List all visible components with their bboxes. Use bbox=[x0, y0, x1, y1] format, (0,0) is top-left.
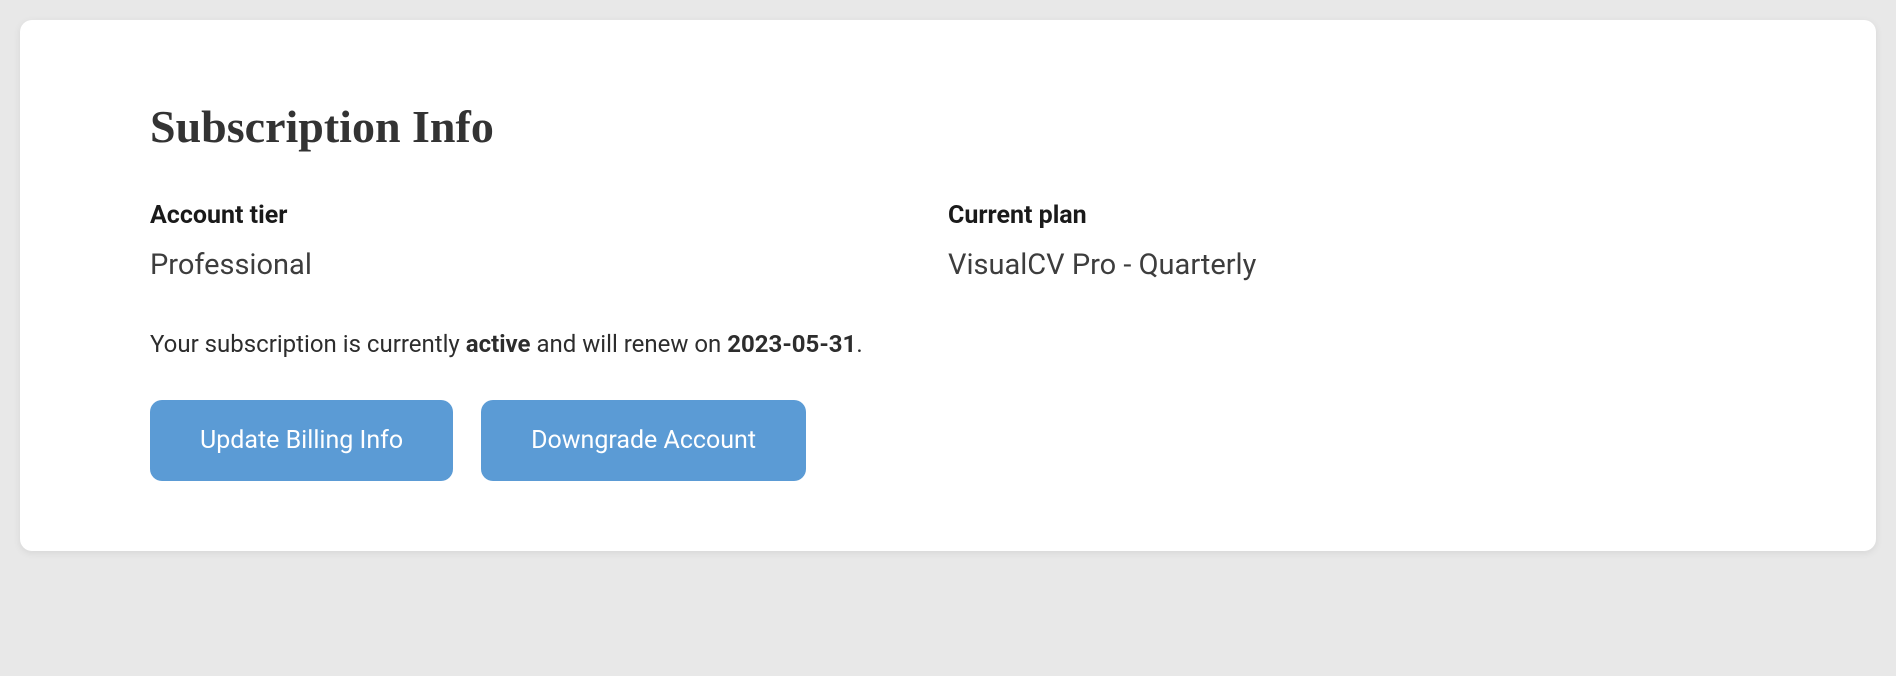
downgrade-account-button[interactable]: Downgrade Account bbox=[481, 400, 806, 481]
button-row: Update Billing Info Downgrade Account bbox=[150, 400, 1746, 481]
status-suffix: . bbox=[856, 330, 862, 358]
status-middle: and will renew on bbox=[531, 330, 728, 358]
info-grid: Account tier Professional Current plan V… bbox=[150, 201, 1746, 282]
status-state: active bbox=[466, 330, 531, 358]
current-plan-value: VisualCV Pro - Quarterly bbox=[948, 248, 1746, 282]
update-billing-button[interactable]: Update Billing Info bbox=[150, 400, 453, 481]
status-renew-date: 2023-05-31 bbox=[727, 330, 856, 358]
status-prefix: Your subscription is currently bbox=[150, 330, 466, 358]
current-plan-label: Current plan bbox=[948, 201, 1746, 230]
current-plan-block: Current plan VisualCV Pro - Quarterly bbox=[948, 201, 1746, 282]
subscription-info-card: Subscription Info Account tier Professio… bbox=[20, 20, 1876, 551]
subscription-status-text: Your subscription is currently active an… bbox=[150, 330, 1746, 358]
section-title: Subscription Info bbox=[150, 100, 1746, 153]
account-tier-value: Professional bbox=[150, 248, 948, 282]
account-tier-block: Account tier Professional bbox=[150, 201, 948, 282]
account-tier-label: Account tier bbox=[150, 201, 948, 230]
